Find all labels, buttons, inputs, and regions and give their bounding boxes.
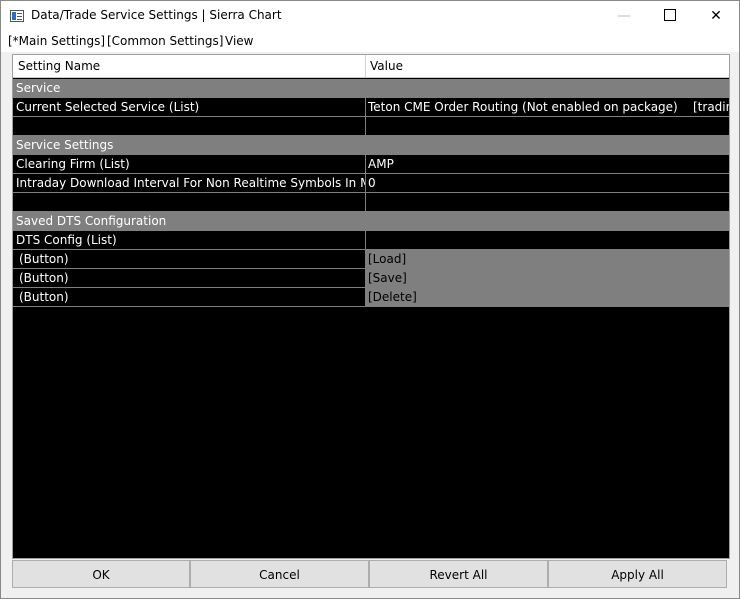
menu-main-settings[interactable]: [*Main Settings]	[8, 34, 105, 48]
row-dts-config[interactable]: DTS Config (List)	[13, 231, 729, 250]
maximize-button[interactable]	[647, 1, 693, 32]
setting-value[interactable]	[366, 231, 729, 249]
row-save-button[interactable]: (Button) [Save]	[13, 269, 729, 288]
menu-common-settings[interactable]: [Common Settings]	[107, 34, 223, 48]
grid-header: Setting Name Value	[13, 55, 729, 78]
setting-value[interactable]: AMP	[366, 155, 729, 173]
ok-button[interactable]: OK	[12, 560, 190, 588]
load-button[interactable]: [Load]	[366, 250, 729, 268]
revert-all-button[interactable]: Revert All	[369, 560, 548, 588]
header-value[interactable]: Value	[365, 55, 403, 77]
section-saved-dts[interactable]: Saved DTS Configuration	[13, 212, 729, 231]
cancel-button[interactable]: Cancel	[190, 560, 369, 588]
section-service-settings[interactable]: Service Settings	[13, 136, 729, 155]
maximize-icon	[664, 8, 676, 21]
section-label: Service Settings	[16, 138, 114, 152]
row-clearing-firm[interactable]: Clearing Firm (List) AMP	[13, 155, 729, 174]
save-button[interactable]: [Save]	[366, 269, 729, 287]
apply-all-button[interactable]: Apply All	[548, 560, 727, 588]
title-bar: Data/Trade Service Settings | Sierra Cha…	[1, 1, 739, 32]
minimize-button[interactable]: —	[601, 1, 647, 32]
setting-name: DTS Config (List)	[16, 233, 117, 247]
app-icon	[10, 10, 24, 22]
section-label: Saved DTS Configuration	[16, 214, 167, 228]
header-setting-name[interactable]: Setting Name	[13, 55, 100, 77]
section-label: Service	[16, 81, 61, 95]
settings-window: Data/Trade Service Settings | Sierra Cha…	[0, 0, 740, 599]
row-current-service[interactable]: Current Selected Service (List) Teton CM…	[13, 98, 729, 117]
section-service[interactable]: Service	[13, 79, 729, 98]
setting-name: Intraday Download Interval For Non Realt…	[16, 176, 365, 190]
settings-grid[interactable]: Setting Name Value Service Current Selec…	[12, 54, 730, 559]
setting-name: Clearing Firm (List)	[16, 157, 130, 171]
setting-name: (Button)	[19, 271, 69, 285]
setting-value[interactable]: Teton CME Order Routing (Not enabled on …	[366, 98, 729, 116]
setting-name: (Button)	[19, 252, 69, 266]
setting-name: Current Selected Service (List)	[16, 100, 200, 114]
menu-bar: [*Main Settings] [Common Settings] View	[1, 32, 739, 52]
setting-value[interactable]: 0	[366, 174, 729, 192]
row-delete-button[interactable]: (Button) [Delete]	[13, 288, 729, 307]
row-spacer	[13, 117, 729, 136]
window-title: Data/Trade Service Settings | Sierra Cha…	[31, 8, 282, 22]
close-button[interactable]: ✕	[693, 1, 739, 32]
row-spacer	[13, 193, 729, 212]
row-download-interval[interactable]: Intraday Download Interval For Non Realt…	[13, 174, 729, 193]
setting-name: (Button)	[19, 290, 69, 304]
delete-button[interactable]: [Delete]	[366, 288, 729, 306]
row-load-button[interactable]: (Button) [Load]	[13, 250, 729, 269]
menu-view[interactable]: View	[225, 34, 253, 48]
